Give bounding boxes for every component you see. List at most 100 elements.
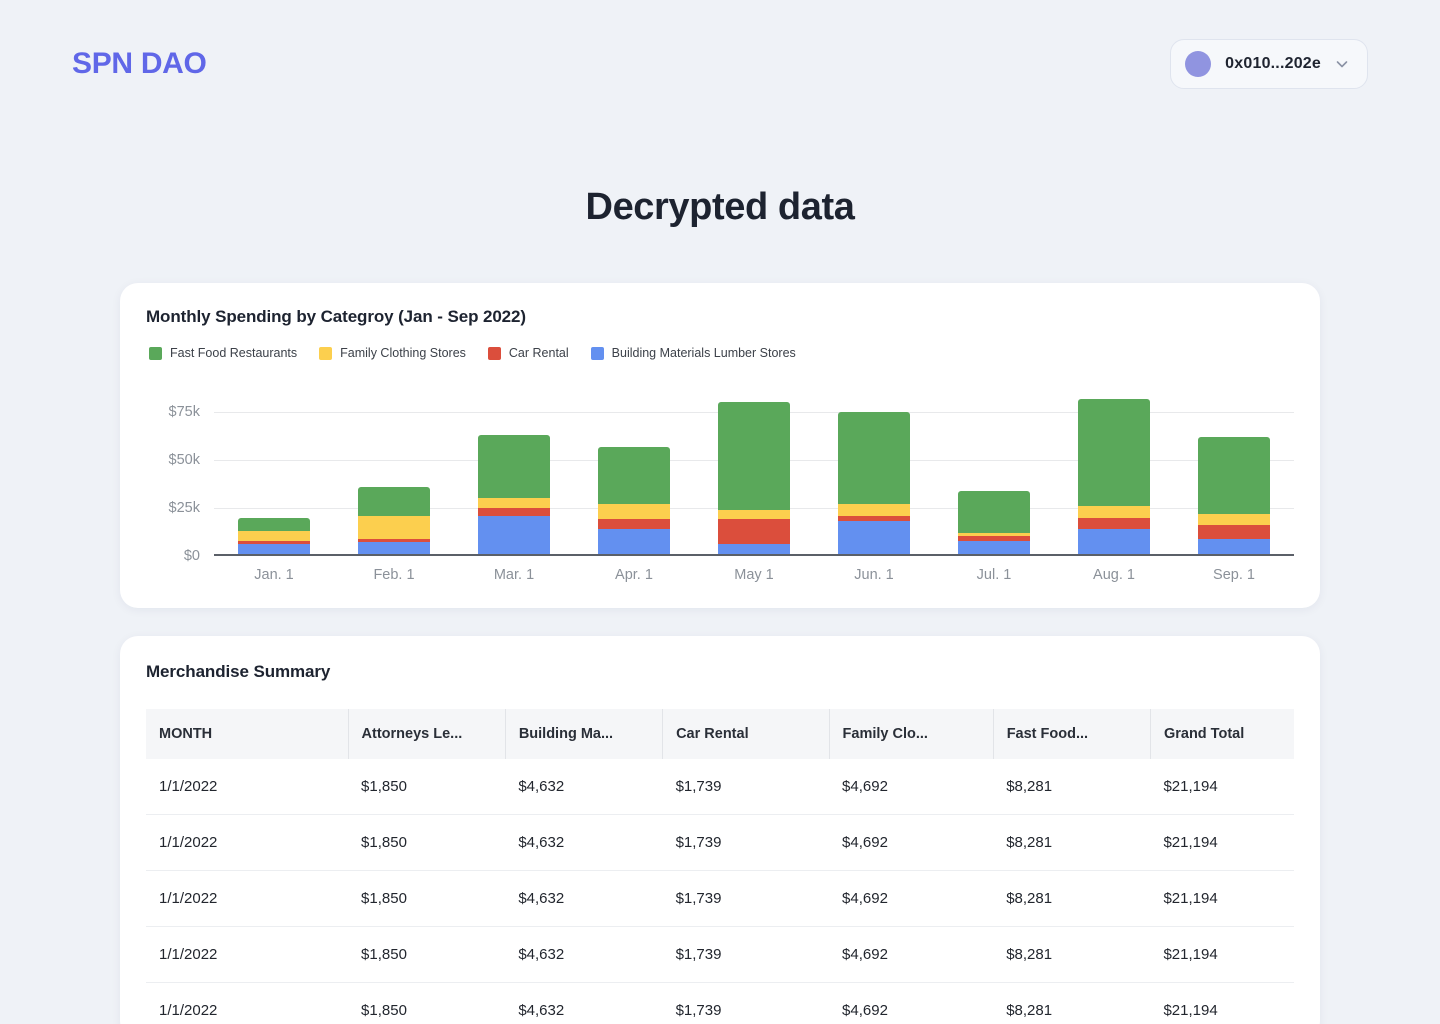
x-axis-tick-label: Feb. 1 (373, 567, 415, 583)
table-cell: 1/1/2022 (146, 982, 349, 1024)
y-axis-tick-label: $50k (168, 452, 200, 468)
table-cell: $1,850 (348, 870, 506, 927)
bar-segment (478, 507, 550, 516)
x-axis-tick-label: Sep. 1 (1213, 567, 1255, 583)
bar-segment (1078, 506, 1150, 518)
bar-stack[interactable] (238, 517, 310, 554)
bar-segment (838, 411, 910, 505)
table-cell: 1/1/2022 (146, 814, 349, 871)
table-column-header[interactable]: Car Rental (662, 709, 830, 759)
table-cell: $4,632 (505, 759, 663, 815)
bar-stack[interactable] (598, 446, 670, 554)
bar-stack[interactable] (1198, 436, 1270, 554)
legend-item[interactable]: Car Rental (487, 346, 569, 360)
bar-column[interactable] (958, 388, 1030, 554)
bar-column[interactable] (478, 388, 550, 554)
bar-stack[interactable] (478, 434, 550, 554)
bar-segment (718, 519, 790, 545)
bar-segment (1198, 525, 1270, 539)
brand-logo[interactable]: SPN DAO (72, 47, 207, 81)
legend-label: Building Materials Lumber Stores (611, 346, 796, 360)
legend-swatch-icon (590, 346, 604, 360)
table-cell: $1,850 (348, 926, 506, 983)
bar-segment (478, 434, 550, 499)
bar-stack[interactable] (958, 490, 1030, 554)
table-cell: $8,281 (993, 759, 1151, 815)
bar-stack[interactable] (1078, 398, 1150, 554)
table-cell: 1/1/2022 (146, 926, 349, 983)
bar-stack[interactable] (358, 486, 430, 554)
table-cell: $4,632 (505, 814, 663, 871)
table-cell: $21,194 (1150, 759, 1294, 815)
table-cell: $8,281 (993, 870, 1151, 927)
bar-segment (238, 517, 310, 531)
x-axis-tick-label: May 1 (734, 567, 774, 583)
bar-segment (718, 509, 790, 520)
merchandise-summary-card: Merchandise Summary MONTH Attorneys Le...… (120, 636, 1320, 1024)
page-title: Decrypted data (585, 186, 855, 228)
bar-segment (478, 498, 550, 508)
x-axis-tick-label: Aug. 1 (1093, 567, 1135, 583)
bar-stack[interactable] (718, 402, 790, 554)
bar-segment (598, 519, 670, 530)
wallet-connect-button[interactable]: 0x010...202e (1170, 39, 1368, 89)
bar-segment (358, 542, 430, 554)
bar-stack[interactable] (838, 411, 910, 554)
chart-plot-area: $0 $25k $50k $75k Jan. 1 Feb. 1 Mar. 1 Apr. 1 M… (146, 388, 1294, 588)
table-cell: $4,632 (505, 982, 663, 1024)
bar-segment (358, 486, 430, 516)
table-row[interactable]: 1/1/2022 $1,850 $4,632 $1,739 $4,692 $8,281 $2… (146, 870, 1294, 927)
bar-column[interactable] (358, 388, 430, 554)
bar-segment (598, 446, 670, 505)
table-cell: $8,281 (993, 926, 1151, 983)
table-cell: $21,194 (1150, 870, 1294, 927)
bar-column[interactable] (718, 388, 790, 554)
legend-item[interactable]: Fast Food Restaurants (149, 346, 297, 360)
app-header: SPN DAO 0x010...202e (0, 0, 1440, 128)
bar-segment (1198, 538, 1270, 554)
table-column-header[interactable]: Family Clo... (829, 709, 994, 759)
x-axis-tick-label: Jul. 1 (976, 567, 1012, 583)
table-row[interactable]: 1/1/2022 $1,850 $4,632 $1,739 $4,692 $8,281 $2… (146, 926, 1294, 983)
bar-segment (598, 529, 670, 554)
table-header: MONTH Attorneys Le... Building Ma... Car Re… (146, 709, 1294, 759)
table-column-header[interactable]: Attorneys Le... (348, 709, 506, 759)
table-cell: $21,194 (1150, 814, 1294, 871)
table-cell: $1,850 (348, 759, 506, 815)
table-column-header[interactable]: Grand Total (1150, 709, 1294, 759)
table-column-header[interactable]: Fast Food... (993, 709, 1151, 759)
y-axis-tick-label: $75k (168, 404, 200, 420)
chevron-down-icon (1335, 57, 1349, 71)
wallet-address-label: 0x010...202e (1225, 55, 1321, 72)
x-axis-tick-label: Jun. 1 (854, 567, 894, 583)
table-row[interactable]: 1/1/2022 $1,850 $4,632 $1,739 $4,692 $8,281 $2… (146, 814, 1294, 871)
legend-label: Car Rental (508, 346, 569, 360)
table-row[interactable]: 1/1/2022 $1,850 $4,632 $1,739 $4,692 $8,281 $2… (146, 759, 1294, 815)
table-cell: $4,692 (829, 759, 994, 815)
table-cell: $8,281 (993, 982, 1151, 1024)
table-cell: $4,692 (829, 982, 994, 1024)
bar-segment (838, 504, 910, 516)
table-column-header[interactable]: MONTH (146, 709, 349, 759)
bar-segment (1198, 513, 1270, 526)
table-cell: 1/1/2022 (146, 759, 349, 815)
bar-segment (958, 540, 1030, 554)
spending-chart-card: Monthly Spending by Categroy (Jan - Sep … (120, 283, 1320, 608)
bar-column[interactable] (598, 388, 670, 554)
chart-canvas (214, 388, 1294, 556)
x-axis: Jan. 1 Feb. 1 Mar. 1 Apr. 1 May 1 Jun. 1 Jul. … (214, 567, 1294, 583)
table-column-header[interactable]: Building Ma... (505, 709, 664, 759)
y-axis-tick-label: $25k (168, 500, 200, 516)
y-axis-tick-label: $0 (183, 548, 200, 564)
bar-column[interactable] (838, 388, 910, 554)
legend-item[interactable]: Building Materials Lumber Stores (590, 346, 796, 360)
legend-swatch-icon (149, 346, 162, 360)
bar-segment (478, 515, 550, 554)
bar-column[interactable] (238, 388, 310, 554)
bar-column[interactable] (1198, 388, 1270, 554)
bar-segment (1078, 398, 1150, 507)
bar-column[interactable] (1078, 388, 1150, 554)
legend-item[interactable]: Family Clothing Stores (319, 346, 466, 360)
bar-segment (718, 544, 790, 554)
table-row[interactable]: 1/1/2022 $1,850 $4,632 $1,739 $4,692 $8,281 $2… (146, 982, 1294, 1024)
